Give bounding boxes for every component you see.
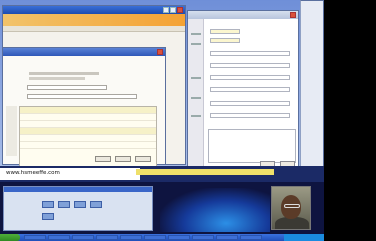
field-label bbox=[191, 97, 201, 99]
close-icon[interactable] bbox=[177, 7, 183, 13]
main-dialog-subtext-2 bbox=[29, 77, 85, 80]
field-label bbox=[191, 43, 201, 45]
form-field[interactable] bbox=[210, 101, 290, 106]
desktop: www.hsmeeffe.com bbox=[0, 0, 324, 241]
cancel-button[interactable] bbox=[115, 156, 131, 162]
taskbar-item[interactable] bbox=[168, 235, 190, 240]
main-dialog-input-2[interactable] bbox=[27, 94, 137, 99]
taskbar-item[interactable] bbox=[240, 235, 262, 240]
presenter-glasses bbox=[284, 204, 300, 208]
form-field[interactable] bbox=[210, 87, 290, 92]
system-tray[interactable] bbox=[284, 234, 324, 241]
form-window[interactable] bbox=[187, 10, 299, 169]
orange-header-banner bbox=[3, 14, 185, 26]
form-field[interactable] bbox=[210, 113, 290, 118]
form-textarea[interactable] bbox=[208, 129, 296, 163]
taskbar-item[interactable] bbox=[96, 235, 118, 240]
form-field[interactable] bbox=[210, 51, 290, 56]
close-icon[interactable] bbox=[290, 12, 296, 18]
main-dialog-side-panel bbox=[6, 106, 17, 156]
taskbar-item[interactable] bbox=[144, 235, 166, 240]
shared-screen-thumbnail[interactable] bbox=[3, 186, 153, 231]
shared-screen-titlebar bbox=[4, 187, 152, 192]
grid-row[interactable] bbox=[20, 107, 156, 114]
main-dialog-window[interactable] bbox=[2, 47, 166, 176]
taskbar-item[interactable] bbox=[216, 235, 238, 240]
help-button[interactable] bbox=[135, 156, 151, 162]
ok-button[interactable] bbox=[95, 156, 111, 162]
close-icon[interactable] bbox=[157, 49, 163, 55]
taskbar-item[interactable] bbox=[72, 235, 94, 240]
form-window-titlebar[interactable] bbox=[188, 11, 298, 19]
grid-row[interactable] bbox=[20, 121, 156, 128]
taskbar-item[interactable] bbox=[120, 235, 142, 240]
main-dialog-input[interactable] bbox=[27, 85, 107, 90]
shared-screen-tile bbox=[74, 201, 86, 208]
form-window-side-panel bbox=[188, 19, 204, 169]
field-label bbox=[191, 115, 201, 117]
website-label: www.hsmeeffe.com bbox=[4, 170, 62, 176]
field-label bbox=[191, 77, 201, 79]
main-dialog-titlebar[interactable] bbox=[3, 48, 165, 56]
background-window-toolbar bbox=[3, 26, 185, 32]
form-field[interactable] bbox=[210, 29, 240, 34]
grid-row[interactable] bbox=[20, 142, 156, 149]
black-border bbox=[324, 0, 376, 241]
shared-screen-tile bbox=[42, 213, 54, 220]
start-button[interactable] bbox=[0, 234, 20, 241]
taskbar-item[interactable] bbox=[192, 235, 214, 240]
maximize-icon[interactable] bbox=[170, 7, 176, 13]
taskbar bbox=[0, 234, 324, 241]
taskbar-item[interactable] bbox=[24, 235, 46, 240]
shared-screen-tile bbox=[90, 201, 102, 208]
form-field[interactable] bbox=[210, 38, 240, 43]
minimize-icon[interactable] bbox=[163, 7, 169, 13]
background-window-titlebar[interactable] bbox=[3, 6, 185, 14]
shared-screen-tile bbox=[58, 201, 70, 208]
grid-row[interactable] bbox=[20, 128, 156, 135]
grid-row[interactable] bbox=[20, 135, 156, 142]
webcam-feed bbox=[271, 186, 311, 230]
partial-window[interactable] bbox=[300, 0, 324, 170]
form-field[interactable] bbox=[210, 75, 290, 80]
grid-row[interactable] bbox=[20, 114, 156, 121]
wallpaper-swoosh bbox=[160, 188, 270, 232]
notice-bar bbox=[136, 169, 274, 175]
main-dialog-subtext bbox=[29, 72, 99, 75]
taskbar-item[interactable] bbox=[48, 235, 70, 240]
shared-screen-tile bbox=[42, 201, 54, 208]
form-field[interactable] bbox=[210, 63, 290, 68]
field-label bbox=[191, 33, 201, 35]
